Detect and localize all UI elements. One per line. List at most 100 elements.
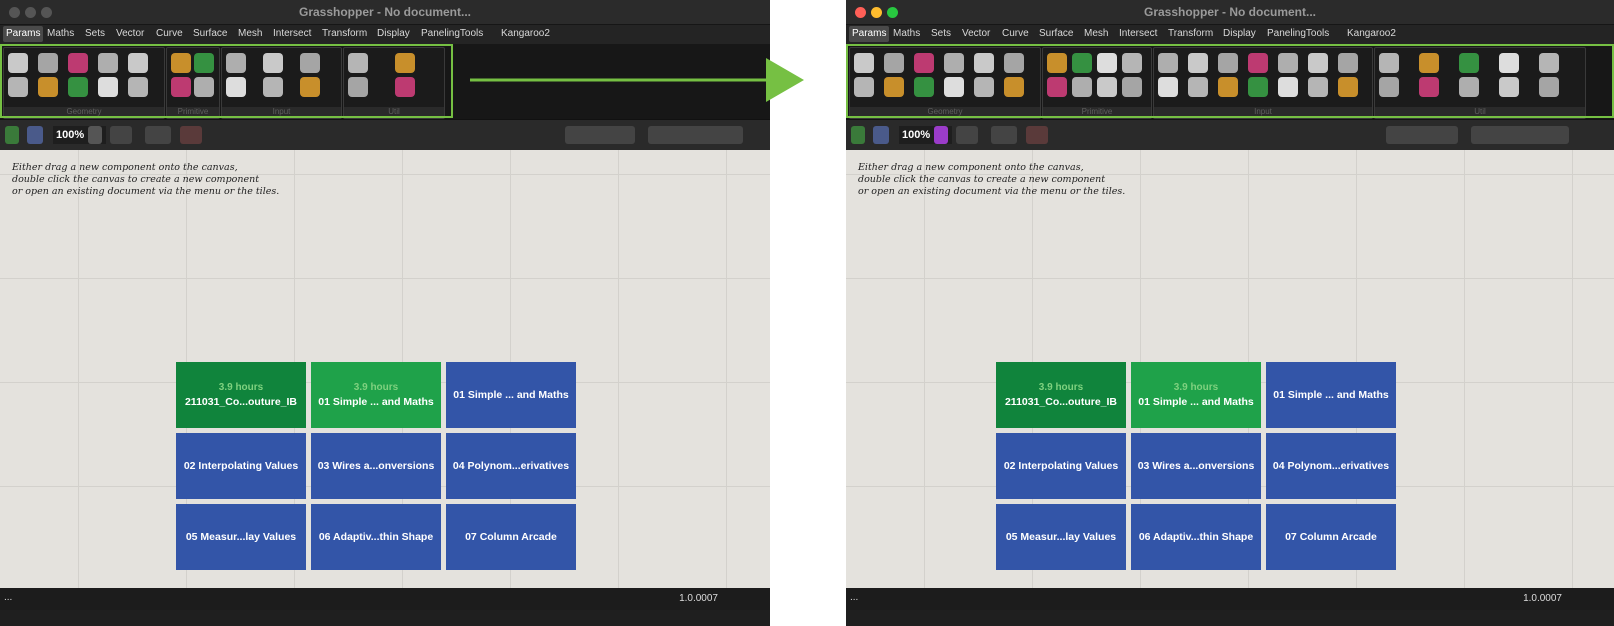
recent-file-tile[interactable]: 04 Polynom...erivatives [446, 433, 576, 499]
sketch-icon[interactable] [180, 126, 202, 144]
preview-mode-buttons[interactable] [1386, 126, 1458, 144]
recent-file-tile[interactable]: 04 Polynom...erivatives [1266, 433, 1396, 499]
recent-file-tile[interactable]: 07 Column Arcade [1266, 504, 1396, 570]
recent-file-tile[interactable]: 01 Simple ... and Maths [446, 362, 576, 428]
menu-kangaroo2[interactable]: Kangaroo2 [501, 28, 550, 39]
menu-curve[interactable]: Curve [156, 28, 183, 39]
menu-surface[interactable]: Surface [193, 28, 227, 39]
recent-file-tile[interactable]: 3.9 hours 01 Simple ... and Maths [311, 362, 441, 428]
display-mode-buttons[interactable] [648, 126, 743, 144]
canvas-hint: Either drag a new component onto the can… [12, 162, 280, 197]
menubar: Params Maths Sets Vector Curve Surface Mesh Int… [846, 25, 1614, 44]
menu-display[interactable]: Display [377, 28, 410, 39]
titlebar: Grasshopper - No document... [0, 0, 770, 25]
recent-file-tile[interactable]: 3.9 hours 01 Simple ... and Maths [1131, 362, 1261, 428]
zoom-extents-icon[interactable] [956, 126, 978, 144]
arrow-right-icon [470, 50, 810, 115]
menu-curve[interactable]: Curve [1002, 28, 1029, 39]
recent-file-tile[interactable]: 02 Interpolating Values [176, 433, 306, 499]
tile-label: 02 Interpolating Values [183, 460, 299, 472]
save-icon[interactable] [873, 126, 889, 144]
menu-panelingtools[interactable]: PanelingTools [1267, 28, 1329, 39]
recent-file-tile[interactable]: 03 Wires a...onversions [1131, 433, 1261, 499]
tile-label: 04 Polynom...erivatives [452, 460, 570, 472]
menu-transform[interactable]: Transform [322, 28, 367, 39]
tile-label: 211031_Co...outure_IB [1004, 396, 1118, 408]
menu-maths[interactable]: Maths [893, 28, 920, 39]
statusbar: ... 1.0.0007 [0, 588, 770, 610]
canvas-toolbar: 100% [846, 119, 1614, 151]
titlebar: Grasshopper - No document... [846, 0, 1614, 25]
tile-label: 07 Column Arcade [1285, 531, 1377, 543]
menu-params[interactable]: Params [3, 26, 44, 42]
recent-file-tile[interactable]: 3.9 hours 211031_Co...outure_IB [996, 362, 1126, 428]
recent-file-tile[interactable]: 05 Measur...lay Values [176, 504, 306, 570]
version-label: 1.0.0007 [1523, 593, 1562, 604]
dropdown-chevron-icon[interactable] [88, 126, 102, 144]
save-icon[interactable] [27, 126, 43, 144]
menu-kangaroo2[interactable]: Kangaroo2 [1347, 28, 1396, 39]
tile-label: 01 Simple ... and Maths [453, 389, 569, 401]
new-document-icon[interactable] [851, 126, 865, 144]
tile-hours: 3.9 hours [1038, 382, 1084, 393]
recent-file-tile[interactable]: 06 Adaptiv...thin Shape [1131, 504, 1261, 570]
recent-file-tile[interactable]: 3.9 hours 211031_Co...outure_IB [176, 362, 306, 428]
menu-intersect[interactable]: Intersect [273, 28, 311, 39]
tile-hours: 3.9 hours [353, 382, 399, 393]
menu-sets[interactable]: Sets [931, 28, 951, 39]
dropdown-chevron-icon[interactable] [934, 126, 948, 144]
menu-intersect[interactable]: Intersect [1119, 28, 1157, 39]
tile-hours: 3.9 hours [1173, 382, 1219, 393]
zoom-extents-icon[interactable] [110, 126, 132, 144]
window-title: Grasshopper - No document... [298, 5, 472, 19]
display-mode-buttons[interactable] [1471, 126, 1569, 144]
statusbar: ... 1.0.0007 [846, 588, 1614, 610]
tile-label: 211031_Co...outure_IB [184, 396, 298, 408]
canvas-toolbar: 100% [0, 119, 770, 151]
menu-display[interactable]: Display [1223, 28, 1256, 39]
tile-label: 06 Adaptiv...thin Shape [318, 531, 434, 543]
grasshopper-window-after: Grasshopper - No document... Params Maths… [846, 0, 1614, 626]
tile-label: 02 Interpolating Values [1003, 460, 1119, 472]
menu-maths[interactable]: Maths [47, 28, 74, 39]
preview-mode-buttons[interactable] [565, 126, 635, 144]
tile-label: 01 Simple ... and Maths [1138, 396, 1254, 408]
menu-mesh[interactable]: Mesh [238, 28, 262, 39]
sketch-icon[interactable] [1026, 126, 1048, 144]
tile-label: 06 Adaptiv...thin Shape [1138, 531, 1254, 543]
menu-vector[interactable]: Vector [962, 28, 990, 39]
tile-label: 03 Wires a...onversions [317, 460, 435, 472]
tile-label: 01 Simple ... and Maths [1273, 389, 1389, 401]
tile-label: 05 Measur...lay Values [1005, 531, 1117, 543]
recent-file-tile[interactable]: 01 Simple ... and Maths [1266, 362, 1396, 428]
menu-surface[interactable]: Surface [1039, 28, 1073, 39]
recent-file-tile[interactable]: 02 Interpolating Values [996, 433, 1126, 499]
menu-mesh[interactable]: Mesh [1084, 28, 1108, 39]
canvas-hint: Either drag a new component onto the can… [858, 162, 1126, 197]
recent-file-tile[interactable]: 06 Adaptiv...thin Shape [311, 504, 441, 570]
tile-label: 03 Wires a...onversions [1137, 460, 1255, 472]
menu-panelingtools[interactable]: PanelingTools [421, 28, 483, 39]
version-label: 1.0.0007 [679, 593, 718, 604]
menu-vector[interactable]: Vector [116, 28, 144, 39]
menubar: Params Maths Sets Vector Curve Surface Mesh Int… [0, 25, 770, 44]
tile-label: 04 Polynom...erivatives [1272, 460, 1390, 472]
menu-transform[interactable]: Transform [1168, 28, 1213, 39]
recent-file-tile[interactable]: 03 Wires a...onversions [311, 433, 441, 499]
menu-params[interactable]: Params [849, 26, 890, 42]
canvas[interactable]: Either drag a new component onto the can… [846, 150, 1614, 588]
eye-icon[interactable] [145, 126, 171, 144]
new-document-icon[interactable] [5, 126, 19, 144]
recent-file-tile[interactable]: 05 Measur...lay Values [996, 504, 1126, 570]
tile-hours: 3.9 hours [218, 382, 264, 393]
tile-label: 01 Simple ... and Maths [318, 396, 434, 408]
window-title: Grasshopper - No document... [1143, 5, 1317, 19]
tile-label: 07 Column Arcade [465, 531, 557, 543]
eye-icon[interactable] [991, 126, 1017, 144]
canvas[interactable]: Either drag a new component onto the can… [0, 150, 770, 588]
recent-file-tile[interactable]: 07 Column Arcade [446, 504, 576, 570]
ribbon-highlight-box [0, 44, 453, 118]
ribbon-highlight-box [846, 44, 1614, 118]
menu-sets[interactable]: Sets [85, 28, 105, 39]
tile-label: 05 Measur...lay Values [185, 531, 297, 543]
